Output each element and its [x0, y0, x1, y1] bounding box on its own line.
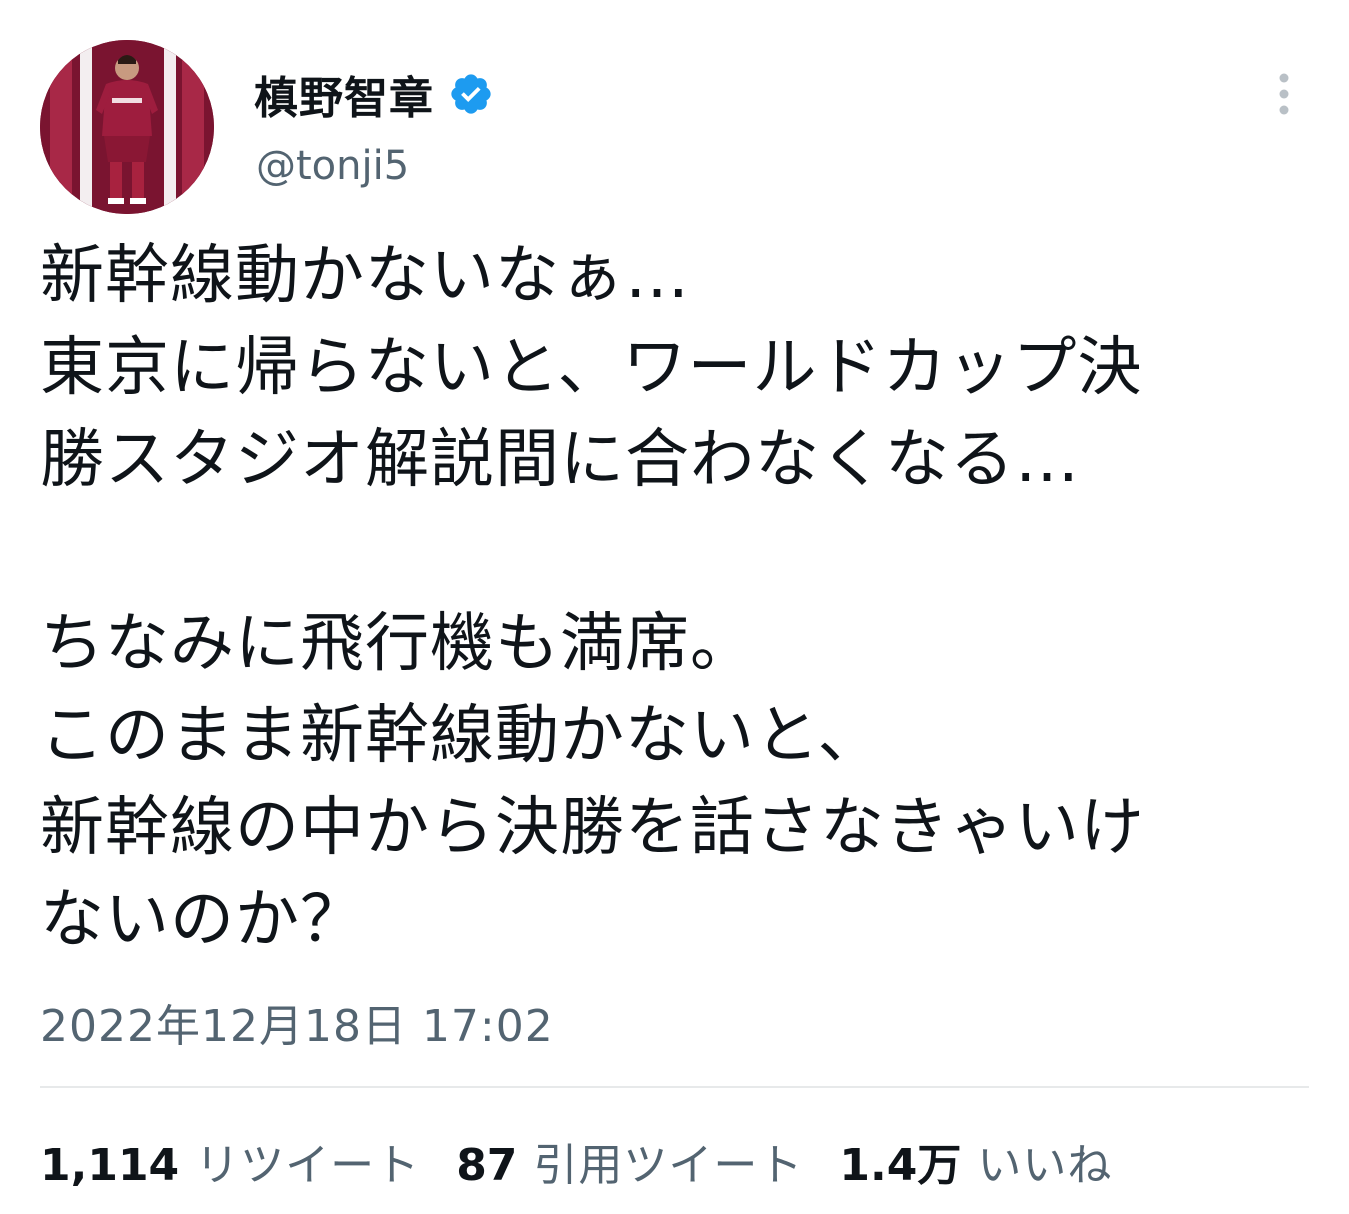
tweet-text-line: 新幹線の中から決勝を話さなきゃいけ — [40, 791, 1145, 865]
retweets-stat[interactable]: 1,114 リツイート — [40, 1129, 420, 1193]
tweet-text-line: ないのか？ — [40, 883, 365, 957]
tweet-stats: 1,114 リツイート 87 引用ツイート 1.4万 いいね — [40, 1126, 1148, 1196]
quote-tweets-count: 87 — [456, 1140, 518, 1191]
display-name[interactable]: 槙野智章 — [254, 62, 434, 126]
tweet-timestamp[interactable]: 2022年12月18日 17:02 — [40, 990, 554, 1054]
verified-badge-icon — [448, 71, 494, 117]
likes-count: 1.4万 — [839, 1140, 962, 1191]
avatar-player-image — [40, 40, 214, 214]
tweet-text-line: 新幹線動かないなぁ… — [40, 239, 690, 313]
quote-tweets-label: 引用ツイート — [533, 1140, 804, 1191]
tweet-card: 槙野智章 @tonji5 新幹線動かないなぁ… 東京に帰らないと、ワールドカップ… — [0, 0, 1349, 1214]
user-handle[interactable]: @tonji5 — [256, 143, 409, 189]
retweets-label: リツイート — [195, 1140, 421, 1191]
more-options-icon[interactable] — [1266, 68, 1302, 120]
avatar[interactable] — [40, 40, 214, 214]
tweet-text-line: 東京に帰らないと、ワールドカップ決 — [40, 331, 1143, 405]
display-name-row: 槙野智章 — [254, 62, 494, 126]
tweet-text-line: このまま新幹線動かないと、 — [40, 699, 883, 773]
likes-label: いいね — [977, 1140, 1113, 1191]
tweet-text: 新幹線動かないなぁ… 東京に帰らないと、ワールドカップ決 勝スタジオ解説間に合わ… — [40, 230, 1320, 966]
tweet-text-line: ちなみに飛行機も満席。 — [40, 607, 755, 681]
retweets-count: 1,114 — [40, 1140, 180, 1191]
tweet-text-line: 勝スタジオ解説間に合わなくなる… — [40, 423, 1080, 497]
divider — [40, 1086, 1309, 1088]
likes-stat[interactable]: 1.4万 いいね — [839, 1129, 1112, 1193]
quote-tweets-stat[interactable]: 87 引用ツイート — [456, 1129, 803, 1193]
